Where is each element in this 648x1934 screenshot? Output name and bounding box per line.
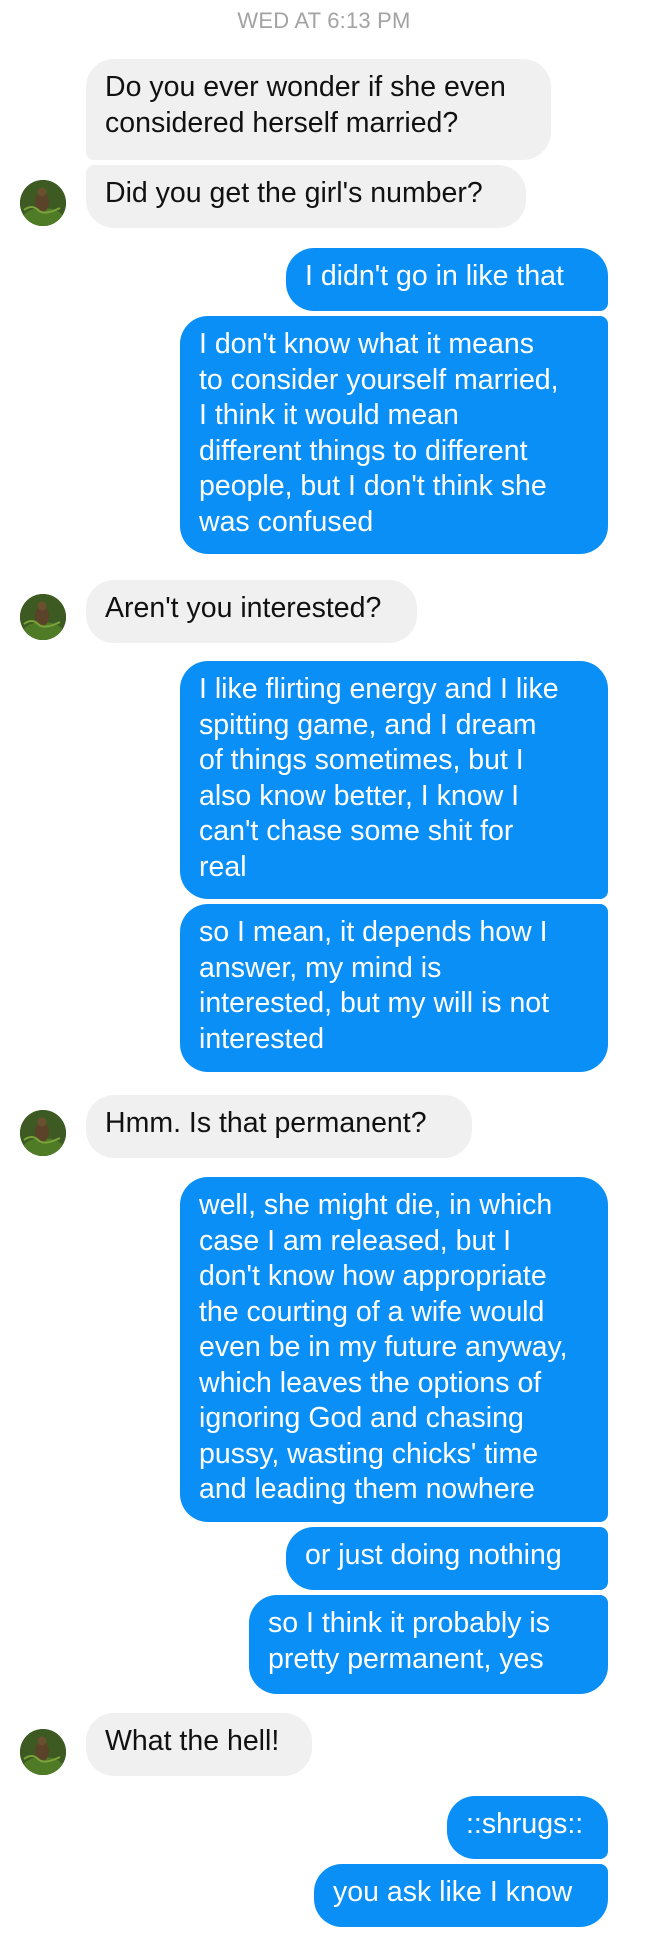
contact-avatar-photo <box>20 1110 66 1156</box>
message-bubble-outgoing[interactable]: so I think it probably is pretty permane… <box>249 1595 608 1694</box>
message-bubble-outgoing[interactable]: I don't know what it means to consider y… <box>180 316 608 554</box>
contact-avatar[interactable] <box>20 1729 66 1775</box>
contact-avatar-photo <box>20 594 66 640</box>
message-bubble-outgoing[interactable]: you ask like I know <box>314 1864 608 1927</box>
message-bubble-outgoing[interactable]: or just doing nothing <box>286 1527 608 1590</box>
message-bubble-outgoing[interactable]: well, she might die, in which case I am … <box>180 1177 608 1522</box>
contact-avatar[interactable] <box>20 594 66 640</box>
contact-avatar-photo <box>20 1729 66 1775</box>
timestamp: WED AT 6:13 PM <box>237 8 411 33</box>
message-bubble-outgoing[interactable]: I didn't go in like that <box>286 248 608 311</box>
message-bubble-incoming[interactable]: Hmm. Is that permanent? <box>86 1095 472 1158</box>
message-bubble-incoming[interactable]: Did you get the girl's number? <box>86 165 526 228</box>
contact-avatar[interactable] <box>20 1110 66 1156</box>
message-bubble-outgoing[interactable]: so I mean, it depends how I answer, my m… <box>180 904 608 1072</box>
contact-avatar[interactable] <box>20 180 66 226</box>
message-bubble-incoming[interactable]: Do you ever wonder if she even considere… <box>86 59 551 160</box>
message-bubble-incoming[interactable]: Aren't you interested? <box>86 580 417 643</box>
message-bubble-outgoing[interactable]: ::shrugs:: <box>447 1796 608 1859</box>
message-bubble-outgoing[interactable]: I like flirting energy and I like spitti… <box>180 661 608 899</box>
message-bubble-incoming[interactable]: What the hell! <box>86 1713 312 1776</box>
contact-avatar-photo <box>20 180 66 226</box>
